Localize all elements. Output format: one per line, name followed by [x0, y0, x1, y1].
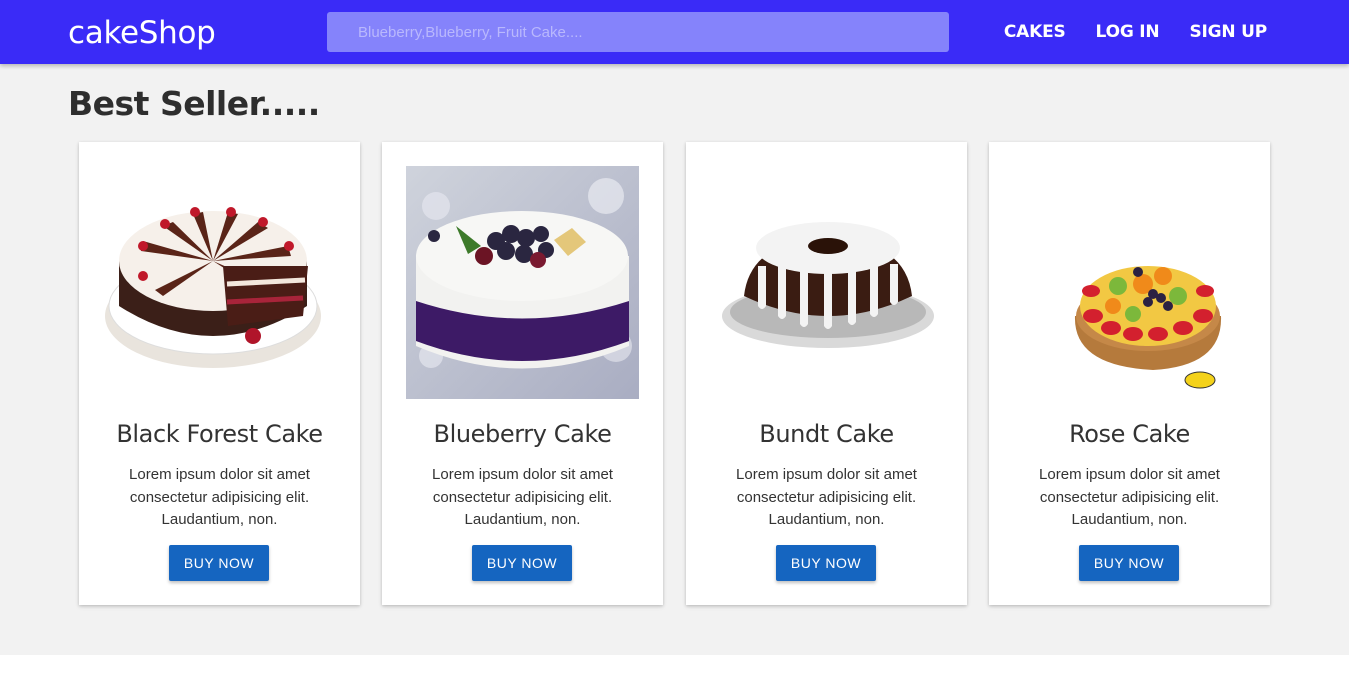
blueberry-cake-image[interactable] — [406, 166, 639, 399]
black-forest-cake-image[interactable] — [103, 166, 336, 399]
buy-now-button[interactable]: BUY NOW — [472, 545, 572, 581]
nav-link-log-in[interactable]: LOG IN — [1096, 22, 1160, 42]
bundt-cake-image[interactable] — [710, 166, 943, 399]
card-title: Rose Cake — [1069, 420, 1190, 448]
buy-now-button[interactable]: BUY NOW — [1079, 545, 1179, 581]
fruit-tart-cake-image[interactable] — [1013, 166, 1246, 399]
card-title: Bundt Cake — [759, 420, 894, 448]
brand-logo[interactable]: cakeShop — [68, 14, 216, 52]
search-input[interactable] — [327, 12, 949, 52]
buy-now-button[interactable]: BUY NOW — [169, 545, 269, 581]
card-description: Lorem ipsum dolor sit amet consectetur a… — [432, 466, 613, 528]
product-card: Bundt Cake Lorem ipsum dolor sit amet co… — [686, 142, 967, 605]
card-description: Lorem ipsum dolor sit amet consectetur a… — [736, 466, 917, 528]
card-description: Lorem ipsum dolor sit amet consectetur a… — [1039, 466, 1220, 528]
nav-links: CAKES LOG IN SIGN UP — [974, 0, 1267, 64]
card-title: Black Forest Cake — [116, 420, 323, 448]
buy-now-button[interactable]: BUY NOW — [776, 545, 876, 581]
section-title: Best Seller..... — [68, 84, 320, 123]
card-title: Blueberry Cake — [433, 420, 612, 448]
nav-link-sign-up[interactable]: SIGN UP — [1189, 22, 1267, 42]
product-card: Rose Cake Lorem ipsum dolor sit amet con… — [989, 142, 1270, 605]
main-content: Best Seller..... Black Forest Cake Lorem… — [0, 64, 1349, 655]
card-description: Lorem ipsum dolor sit amet consectetur a… — [129, 466, 310, 528]
product-card: Black Forest Cake Lorem ipsum dolor sit … — [79, 142, 360, 605]
navbar: cakeShop CAKES LOG IN SIGN UP — [0, 0, 1349, 64]
product-card: Blueberry Cake Lorem ipsum dolor sit ame… — [382, 142, 663, 605]
nav-link-cakes[interactable]: CAKES — [1004, 22, 1066, 42]
